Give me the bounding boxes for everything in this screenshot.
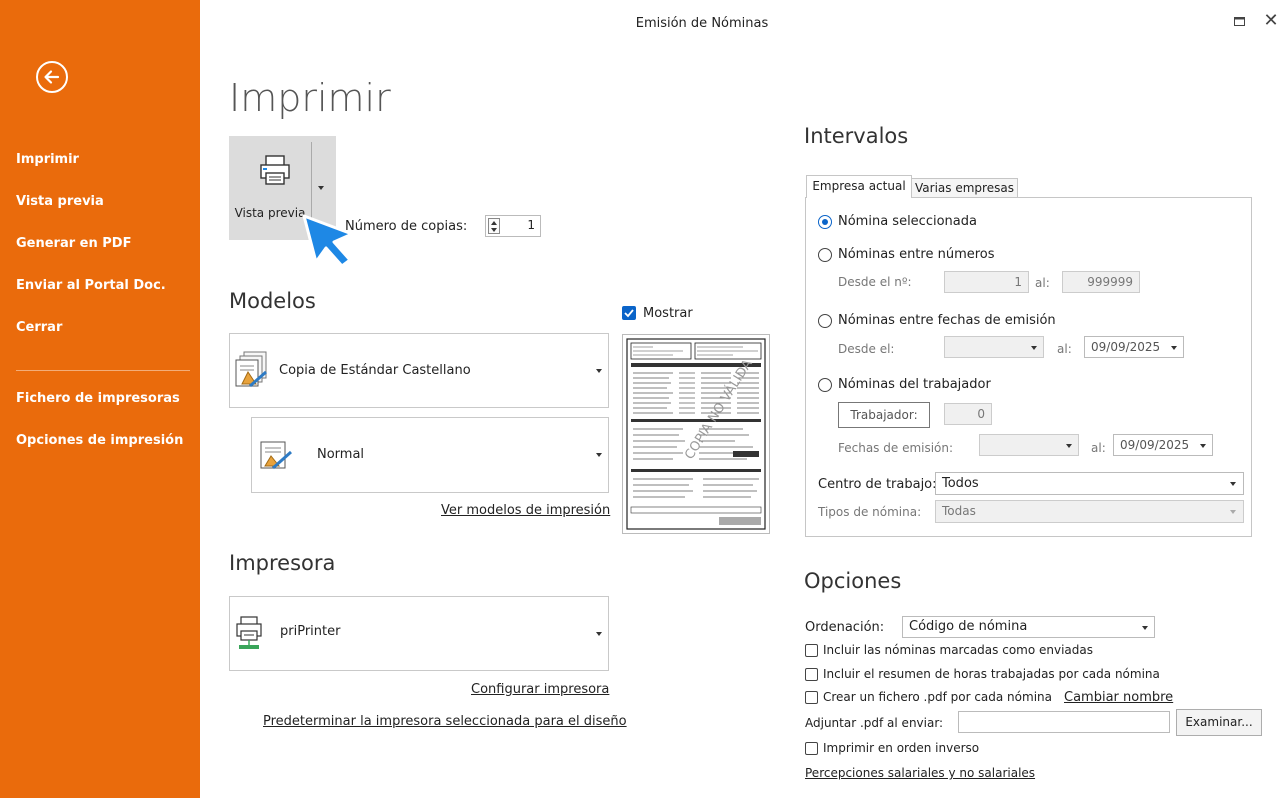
page-title: Imprimir xyxy=(229,76,391,120)
create-pdf-label: Crear un fichero .pdf por cada nómina xyxy=(823,690,1052,704)
chevron-down-icon[interactable] xyxy=(1066,444,1072,448)
sidebar: Imprimir Vista previa Generar en PDF Env… xyxy=(0,0,200,798)
sidebar-item-generar-pdf[interactable]: Generar en PDF xyxy=(16,236,131,251)
chevron-down-icon[interactable] xyxy=(596,369,602,373)
models-title: Modelos xyxy=(229,289,316,313)
intervals-title: Intervalos xyxy=(804,124,909,148)
tab-varias-empresas[interactable]: Varias empresas xyxy=(911,178,1018,198)
order-value: Código de nómina xyxy=(909,619,1028,634)
from-number-label: Desde el nº: xyxy=(838,275,912,289)
include-sent-label: Incluir las nóminas marcadas como enviad… xyxy=(823,643,1093,657)
options-title: Opciones xyxy=(804,569,902,593)
chevron-down-icon[interactable] xyxy=(596,453,602,457)
configure-printer-link[interactable]: Configurar impresora xyxy=(471,682,609,697)
order-label: Ordenación: xyxy=(805,620,885,635)
stepper-arrows-icon[interactable] xyxy=(488,218,500,234)
model-selected-text: Copia de Estándar Castellano xyxy=(279,363,471,378)
window-title: Emisión de Nóminas xyxy=(635,16,769,31)
to-date-value: 09/09/2025 xyxy=(1091,340,1161,354)
emission-dates-label: Fechas de emisión: xyxy=(838,441,954,455)
format-document-icon xyxy=(260,441,292,470)
chevron-down-icon[interactable] xyxy=(1031,346,1037,350)
include-hours-label: Incluir el resumen de horas trabajadas p… xyxy=(823,667,1160,681)
to-number-label: al: xyxy=(1035,276,1050,290)
model-document-icon xyxy=(235,351,267,388)
include-sent-checkbox[interactable] xyxy=(805,644,818,657)
printer-icon xyxy=(260,155,290,185)
browse-button[interactable]: Examinar... xyxy=(1176,709,1262,736)
emission-to-label: al: xyxy=(1091,441,1106,455)
perceptions-link[interactable]: Percepciones salariales y no salariales xyxy=(805,766,1035,780)
sidebar-item-opciones-impresion[interactable]: Opciones de impresión xyxy=(16,433,183,448)
format-select[interactable]: Normal xyxy=(251,417,609,493)
sidebar-item-fichero-impresoras[interactable]: Fichero de impresoras xyxy=(16,391,180,406)
radio-nominas-numeros[interactable] xyxy=(818,248,832,262)
reverse-order-label: Imprimir en orden inverso xyxy=(823,741,980,755)
chevron-down-icon[interactable] xyxy=(1200,444,1206,448)
view-models-link[interactable]: Ver modelos de impresión xyxy=(441,503,610,518)
to-number-input[interactable]: 999999 xyxy=(1062,271,1140,293)
radio-nominas-numeros-label: Nóminas entre números xyxy=(838,247,995,262)
maximize-icon[interactable] xyxy=(1232,14,1248,30)
chevron-down-icon[interactable] xyxy=(318,186,324,190)
printer-selected-text: priPrinter xyxy=(280,624,341,639)
emission-to-picker[interactable]: 09/09/2025 xyxy=(1113,434,1213,456)
worker-input[interactable]: 0 xyxy=(944,403,992,425)
work-center-value: Todos xyxy=(942,476,979,491)
emission-from-picker[interactable] xyxy=(979,434,1079,456)
attach-pdf-label: Adjuntar .pdf al enviar: xyxy=(805,716,944,730)
order-select[interactable]: Código de nómina xyxy=(902,616,1155,638)
sidebar-item-cerrar[interactable]: Cerrar xyxy=(16,320,62,335)
copies-label: Número de copias: xyxy=(345,219,468,234)
payroll-types-value: Todas xyxy=(942,504,976,518)
create-pdf-checkbox[interactable] xyxy=(805,691,818,704)
copies-value: 1 xyxy=(527,218,535,232)
radio-nomina-seleccionada[interactable] xyxy=(818,215,832,229)
emission-to-value: 09/09/2025 xyxy=(1120,438,1190,452)
worker-button[interactable]: Trabajador: xyxy=(838,402,930,428)
chevron-down-icon[interactable] xyxy=(1230,510,1236,514)
show-checkbox[interactable] xyxy=(622,306,636,320)
sidebar-item-enviar-portal[interactable]: Enviar al Portal Doc. xyxy=(16,278,166,293)
include-hours-checkbox[interactable] xyxy=(805,668,818,681)
chevron-down-icon[interactable] xyxy=(1171,346,1177,350)
from-number-input[interactable]: 1 xyxy=(944,271,1029,293)
radio-nominas-trabajador[interactable] xyxy=(818,378,832,392)
sidebar-item-vista-previa[interactable]: Vista previa xyxy=(16,194,104,209)
work-center-select[interactable]: Todos xyxy=(935,472,1244,495)
payroll-types-select[interactable]: Todas xyxy=(935,500,1244,523)
printer-title: Impresora xyxy=(229,551,336,575)
chevron-down-icon[interactable] xyxy=(596,632,602,636)
document-preview-thumbnail: COPIA NO VÁLIDA xyxy=(622,334,770,534)
attach-pdf-input[interactable] xyxy=(958,711,1170,733)
from-date-label: Desde el: xyxy=(838,342,895,356)
sidebar-divider xyxy=(16,370,190,371)
from-date-picker[interactable] xyxy=(944,336,1044,358)
to-date-picker[interactable]: 09/09/2025 xyxy=(1084,336,1184,358)
back-arrow-icon[interactable] xyxy=(36,61,68,93)
model-select[interactable]: Copia de Estándar Castellano xyxy=(229,333,609,408)
sidebar-item-imprimir[interactable]: Imprimir xyxy=(16,152,79,167)
tab-empresa-actual[interactable]: Empresa actual xyxy=(806,175,912,198)
printer-icon xyxy=(236,616,262,649)
reverse-order-checkbox[interactable] xyxy=(805,742,818,755)
format-selected-text: Normal xyxy=(317,447,365,462)
work-center-label: Centro de trabajo: xyxy=(818,477,937,492)
to-date-label: al: xyxy=(1057,342,1072,356)
preview-button-label: Vista previa xyxy=(234,206,306,220)
radio-nominas-trabajador-label: Nóminas del trabajador xyxy=(838,377,991,392)
show-label: Mostrar xyxy=(643,306,693,321)
close-icon[interactable]: ✕ xyxy=(1262,12,1280,30)
chevron-down-icon[interactable] xyxy=(1230,482,1236,486)
radio-nomina-seleccionada-label: Nómina seleccionada xyxy=(838,214,977,229)
default-printer-link[interactable]: Predeterminar la impresora seleccionada … xyxy=(263,714,627,729)
radio-nominas-fechas[interactable] xyxy=(818,314,832,328)
printer-select[interactable]: priPrinter xyxy=(229,596,609,671)
radio-nominas-fechas-label: Nóminas entre fechas de emisión xyxy=(838,313,1056,328)
copies-stepper[interactable]: 1 xyxy=(485,215,541,237)
rename-link[interactable]: Cambiar nombre xyxy=(1064,690,1173,705)
chevron-down-icon[interactable] xyxy=(1142,626,1148,630)
payroll-types-label: Tipos de nómina: xyxy=(818,505,922,519)
